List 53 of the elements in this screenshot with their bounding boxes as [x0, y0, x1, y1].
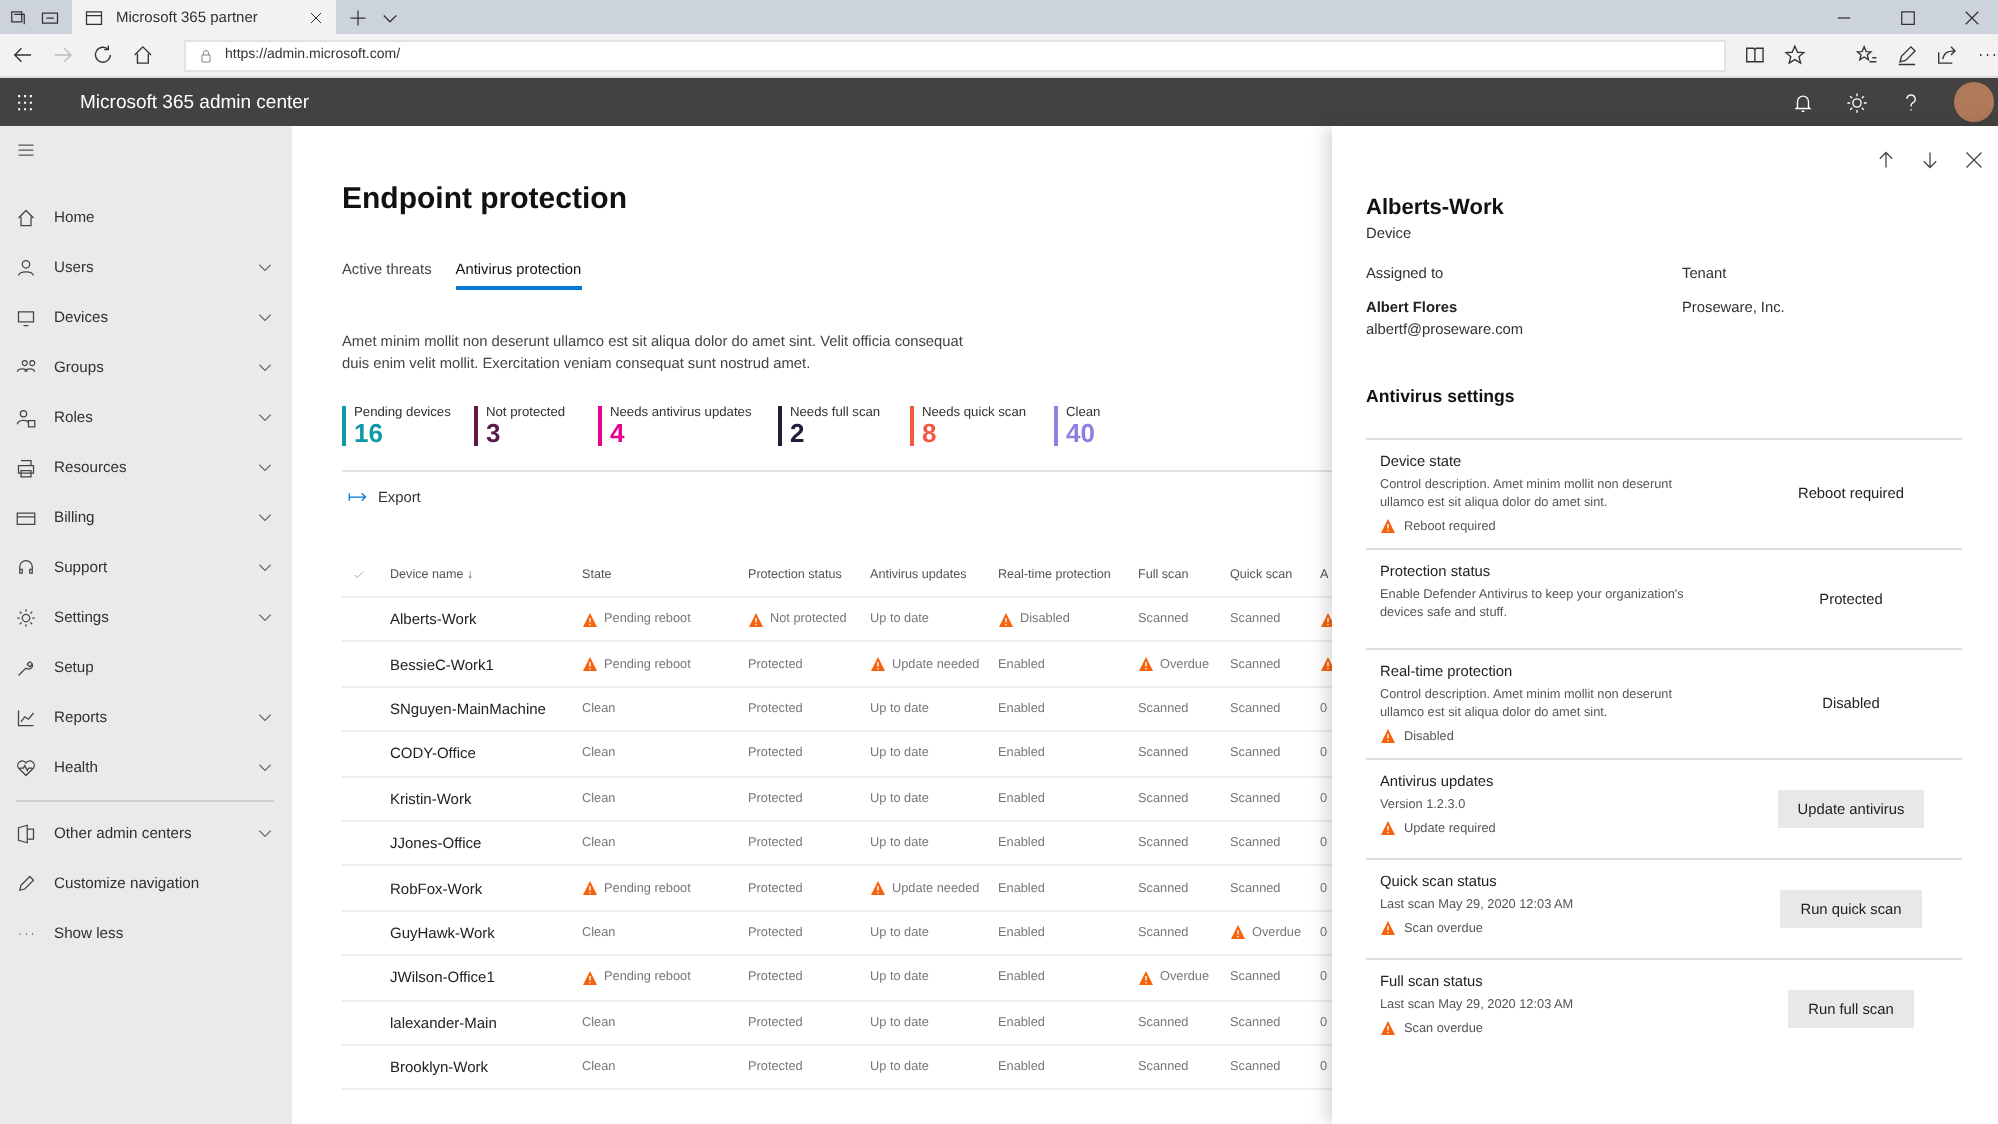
panel-title: Alberts-Work: [1366, 196, 1506, 220]
person-icon: [16, 257, 36, 277]
help-icon[interactable]: [1900, 91, 1922, 113]
stat-value: 16: [354, 420, 383, 446]
export-icon: [348, 490, 368, 504]
pen-icon[interactable]: [1896, 44, 1919, 66]
warning-icon: [1380, 920, 1396, 936]
menu-icon[interactable]: [16, 140, 36, 160]
pencil-icon: [16, 873, 36, 893]
plus-icon[interactable]: [348, 7, 368, 27]
star-icon[interactable]: [1783, 44, 1806, 66]
heart-icon: [16, 757, 36, 777]
card-icon: [16, 507, 36, 527]
warning-icon: [1380, 1020, 1396, 1036]
home-icon: [16, 207, 36, 227]
tab-back-icon[interactable]: [40, 7, 60, 27]
refresh-icon[interactable]: [91, 44, 114, 66]
warning-icon: [1380, 820, 1396, 836]
stat-value: 40: [1066, 420, 1097, 446]
monitor-icon: [16, 307, 36, 327]
arrow-up-icon[interactable]: [1876, 150, 1896, 170]
close-icon[interactable]: [1964, 150, 1984, 170]
stat-value: 8: [922, 420, 939, 446]
warning-icon: [1380, 728, 1396, 744]
arrow-down-icon[interactable]: [1920, 150, 1940, 170]
printer-icon: [16, 457, 36, 477]
favorites-icon[interactable]: [1856, 44, 1879, 66]
people-icon: [16, 357, 36, 377]
chart-icon: [16, 707, 36, 727]
app-launcher-icon[interactable]: [14, 91, 36, 113]
headset-icon: [16, 557, 36, 577]
check-icon[interactable]: [352, 568, 366, 582]
share-icon[interactable]: [1936, 44, 1959, 66]
bell-icon[interactable]: [1792, 91, 1814, 113]
page-icon: [84, 7, 104, 27]
person-lock-icon: [16, 407, 36, 427]
settings-icon[interactable]: [1846, 91, 1868, 113]
close-icon[interactable]: [1962, 7, 1982, 27]
lock-icon: [197, 47, 213, 63]
section-title: Antivirus settings: [1366, 386, 1517, 406]
maximize-icon[interactable]: [1898, 7, 1918, 27]
avatar[interactable]: [1954, 82, 1994, 122]
stat-value: 2: [790, 420, 807, 446]
tab-stack-icon[interactable]: [8, 7, 28, 27]
close-icon[interactable]: [308, 9, 324, 25]
back-icon[interactable]: [12, 44, 34, 66]
app-title: Microsoft 365 admin center: [80, 91, 310, 113]
page-title: Endpoint protection: [342, 182, 629, 216]
warning-icon: [1380, 518, 1396, 534]
stat-value: 4: [610, 420, 627, 446]
home-icon[interactable]: [131, 44, 153, 66]
book-icon[interactable]: [1743, 44, 1766, 66]
stat-value: 3: [486, 420, 503, 446]
